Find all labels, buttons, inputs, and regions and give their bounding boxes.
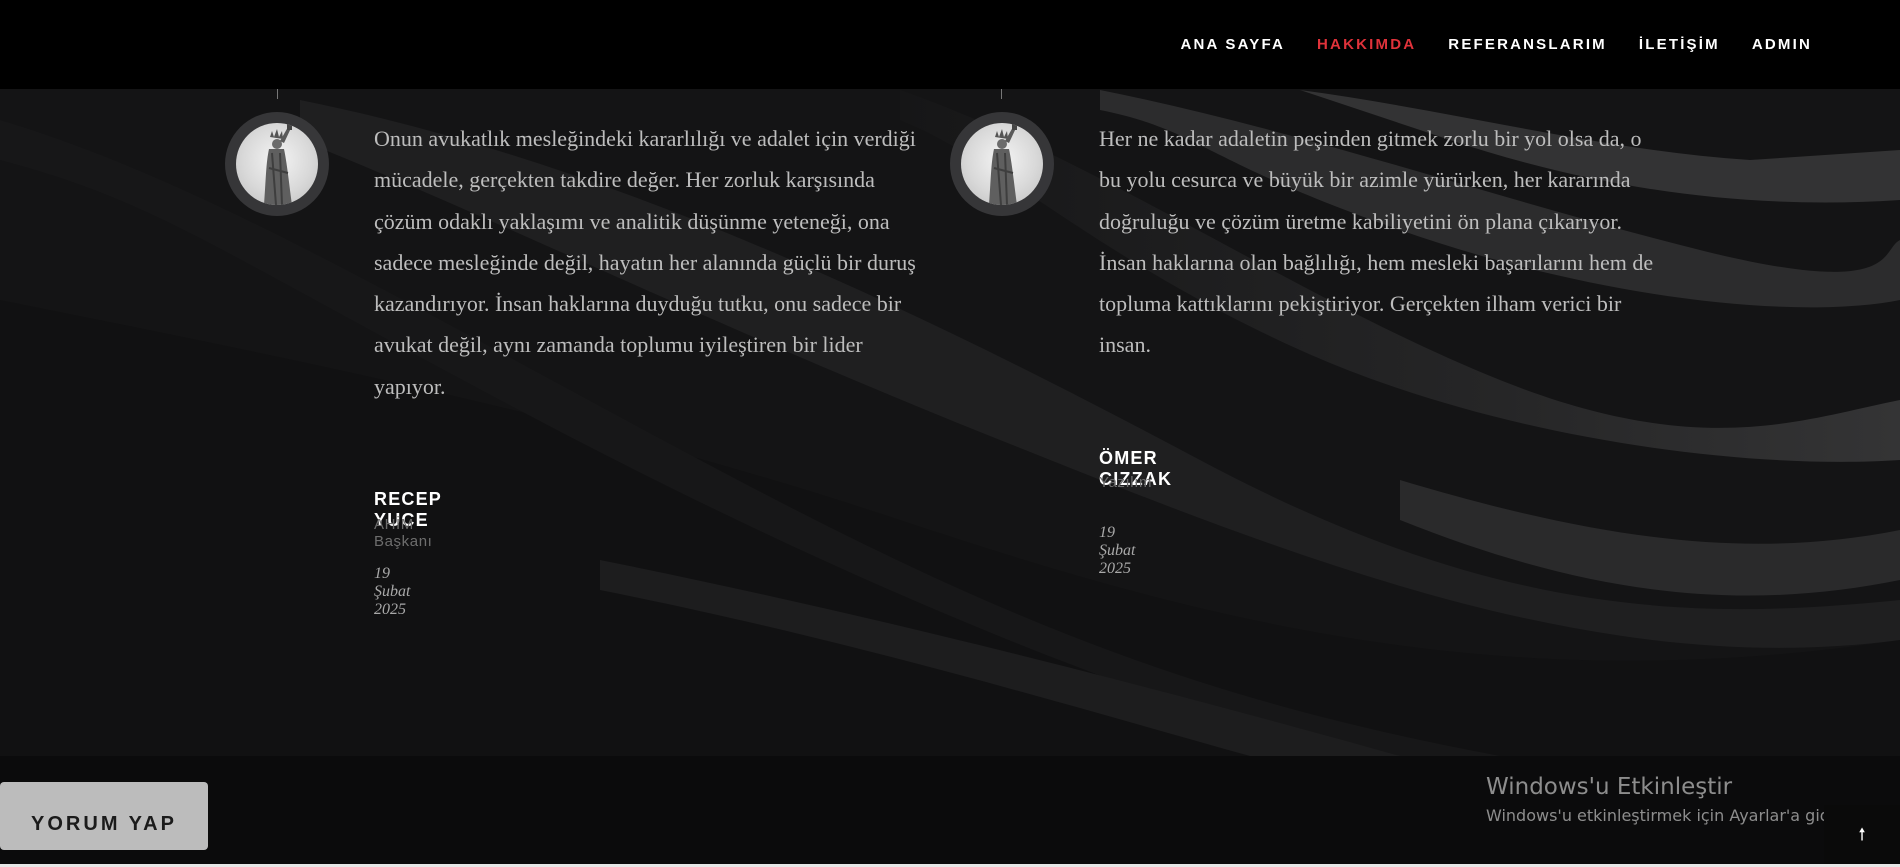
avatar-ring (225, 112, 329, 216)
testimonial-date: 19 Şubat 2025 (1099, 524, 1136, 577)
testimonial-author-role: AHİM Başkanı (374, 516, 433, 550)
scroll-to-top-button[interactable]: 🠕 (1824, 805, 1900, 867)
windows-activation-title: Windows'u Etkinleştir (1486, 774, 1733, 800)
nav-item-hakkimda[interactable]: HAKKIMDA (1317, 36, 1416, 53)
avatar-ring (950, 112, 1054, 216)
testimonial-quote: Her ne kadar adaletin peşinden gitmek zo… (1099, 126, 1654, 358)
timeline-connector (277, 89, 278, 99)
add-comment-button[interactable]: YORUM YAP (0, 782, 208, 850)
statue-of-liberty-icon (236, 123, 318, 205)
statue-of-liberty-icon (961, 123, 1043, 205)
nav-item-admin[interactable]: ADMIN (1752, 36, 1812, 53)
nav-item-referanslarim[interactable]: REFERANSLARIM (1448, 36, 1607, 53)
timeline-connector (1001, 89, 1002, 99)
windows-activation-watermark: Windows'u Etkinleştir Windows'u etkinleş… (1486, 774, 1850, 825)
arrow-up-icon: 🠕 (1858, 824, 1866, 844)
nav-menu: ANA SAYFA HAKKIMDA REFERANSLARIM İLETİŞİ… (1148, 0, 1812, 89)
windows-activation-subtitle: Windows'u etkinleştirmek için Ayarlar'a … (1486, 806, 1850, 825)
testimonial-quote: Onun avukatlık mesleğindeki kararlılığı … (374, 126, 916, 399)
testimonial-date: 19 Şubat 2025 (374, 565, 411, 618)
nav-item-ana-sayfa[interactable]: ANA SAYFA (1180, 36, 1285, 53)
testimonial-author-role: Yazılım (1099, 474, 1153, 491)
nav-item-iletisim[interactable]: İLETİŞİM (1639, 36, 1720, 53)
navbar: ANA SAYFA HAKKIMDA REFERANSLARIM İLETİŞİ… (0, 0, 1900, 89)
